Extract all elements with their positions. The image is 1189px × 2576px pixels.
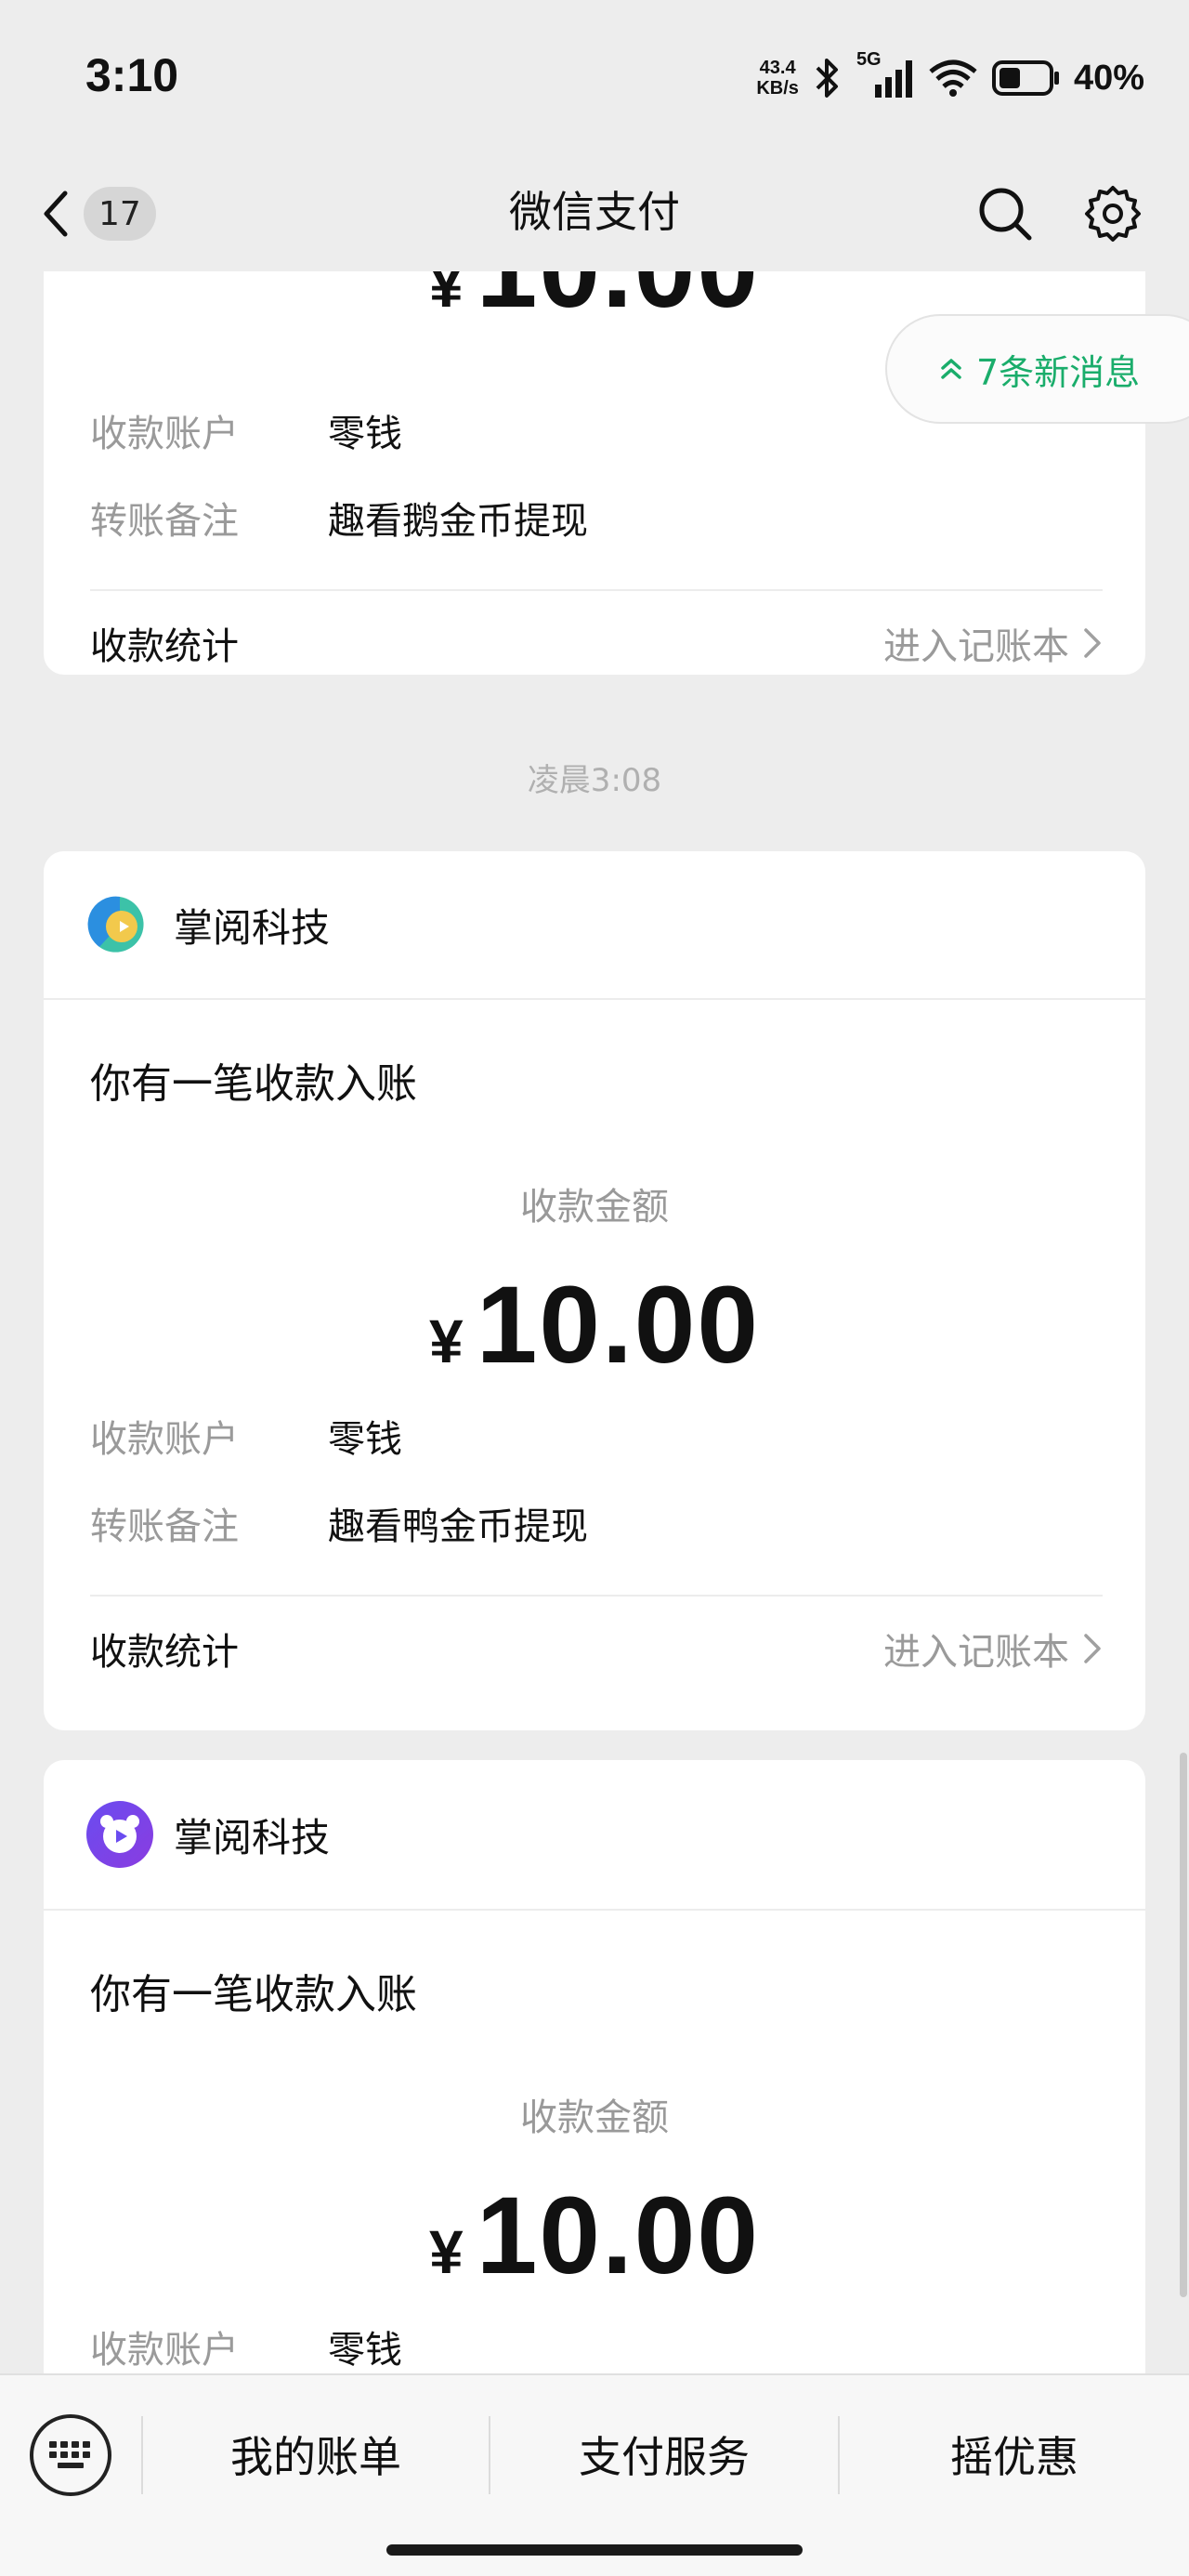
- amount-label: 收款金额: [520, 2096, 669, 2139]
- keyboard-toggle-button[interactable]: [30, 2414, 111, 2496]
- chevron-right-icon: [1084, 628, 1101, 658]
- network-speed-unit: KB/s: [756, 78, 799, 99]
- bluetooth-icon: [816, 59, 838, 98]
- chevron-right-icon: [1084, 1634, 1101, 1663]
- ledger-link[interactable]: 收款统计 进入记账本: [90, 1595, 1103, 1701]
- double-chevron-up-icon: [941, 359, 961, 379]
- detail-key: 转账备注: [90, 1505, 239, 1548]
- keyboard-icon: [49, 2441, 90, 2468]
- amount-label: 收款金额: [520, 1186, 669, 1229]
- menu-my-bills[interactable]: 我的账单: [143, 2398, 489, 2511]
- detail-key: 收款账户: [90, 1418, 239, 1461]
- open-ledger-label: 进入记账本: [883, 625, 1069, 668]
- new-messages-label: 7条新消息: [976, 351, 1141, 393]
- scrollbar[interactable]: [1180, 1753, 1187, 2297]
- battery-icon: [991, 60, 1059, 96]
- open-ledger-label: 进入记账本: [883, 1631, 1069, 1674]
- open-ledger-link[interactable]: 进入记账本: [883, 616, 1103, 670]
- message-timestamp: 凌晨3:08: [527, 762, 662, 799]
- card-headline: 你有一笔收款入账: [90, 1060, 417, 1108]
- ledger-link[interactable]: 收款统计 进入记账本: [90, 589, 1103, 675]
- detail-value: 零钱: [328, 413, 402, 455]
- new-messages-button[interactable]: 7条新消息: [885, 314, 1189, 424]
- network-speed: 43.4 KB/s: [756, 58, 799, 99]
- amount-value: 10.00: [476, 1264, 760, 1387]
- detail-row: 转账备注 趣看鸭金币提现: [90, 1479, 1145, 1567]
- stats-label: 收款统计: [90, 625, 239, 668]
- home-indicator[interactable]: [386, 2544, 803, 2556]
- merchant-logo: [86, 891, 153, 958]
- search-icon: [979, 188, 1032, 241]
- wifi-icon: [929, 59, 977, 97]
- merchant-name: 掌阅科技: [174, 904, 331, 951]
- detail-value: 趣看鸭金币提现: [328, 1505, 588, 1548]
- open-ledger-link[interactable]: 进入记账本: [883, 1622, 1103, 1676]
- detail-key: 收款账户: [90, 2329, 239, 2372]
- message-list[interactable]: ¥ 10.00 收款账户 零钱 转账备注 趣看鹅金币提现 收款统计 进入记账本: [0, 271, 1189, 2373]
- menu-payment-services[interactable]: 支付服务: [490, 2398, 838, 2511]
- amount-value: 10.00: [476, 2175, 760, 2297]
- battery-percentage: 40%: [1073, 58, 1144, 98]
- currency-symbol: ¥: [428, 271, 464, 320]
- settings-button[interactable]: [1076, 177, 1150, 251]
- detail-row: 收款账户 零钱: [90, 1392, 1145, 1479]
- nav-bar: 17 微信支付: [0, 158, 1189, 271]
- search-button[interactable]: [968, 177, 1042, 251]
- merchant-logo: [86, 1801, 153, 1868]
- merchant-logo-icon: [87, 896, 144, 953]
- detail-key: 收款账户: [90, 413, 239, 455]
- amount: ¥ 10.00: [44, 1262, 1145, 1388]
- payment-card[interactable]: 掌阅科技 你有一笔收款入账 收款金额 ¥ 10.00 收款账户 零钱 转账备注 …: [44, 851, 1145, 1730]
- bottom-menu-bar: 我的账单 支付服务 摇优惠: [0, 2373, 1189, 2576]
- status-time: 3:10: [85, 49, 179, 101]
- card-header[interactable]: 掌阅科技: [44, 1760, 1145, 1911]
- menu-shake-offers[interactable]: 摇优惠: [840, 2398, 1189, 2511]
- merchant-logo-icon: [100, 1815, 139, 1853]
- currency-symbol: ¥: [428, 2217, 464, 2286]
- status-icons: 43.4 KB/s 5G 40%: [756, 49, 1144, 104]
- detail-value: 零钱: [328, 2329, 402, 2372]
- gear-icon: [1085, 186, 1141, 242]
- network-speed-value: 43.4: [759, 58, 796, 78]
- card-header[interactable]: 掌阅科技: [44, 851, 1145, 1000]
- detail-value: 零钱: [328, 1418, 402, 1461]
- amount: ¥ 10.00: [44, 2173, 1145, 2299]
- amount-value: 10.00: [477, 271, 760, 333]
- card-headline: 你有一笔收款入账: [90, 1971, 417, 2018]
- stats-label: 收款统计: [90, 1631, 239, 1674]
- detail-key: 转账备注: [90, 500, 239, 543]
- signal-icon: 5G: [856, 49, 914, 99]
- payment-card[interactable]: 掌阅科技 你有一笔收款入账 收款金额 ¥ 10.00 收款账户 零钱: [44, 1760, 1145, 2373]
- detail-row: 收款账户 零钱: [90, 2303, 1145, 2373]
- merchant-name: 掌阅科技: [174, 1814, 331, 1860]
- detail-value: 趣看鹅金币提现: [328, 500, 588, 543]
- currency-symbol: ¥: [428, 1307, 464, 1375]
- status-bar: 3:10 43.4 KB/s 5G 40%: [0, 0, 1189, 158]
- detail-row: 转账备注 趣看鹅金币提现: [90, 474, 1145, 561]
